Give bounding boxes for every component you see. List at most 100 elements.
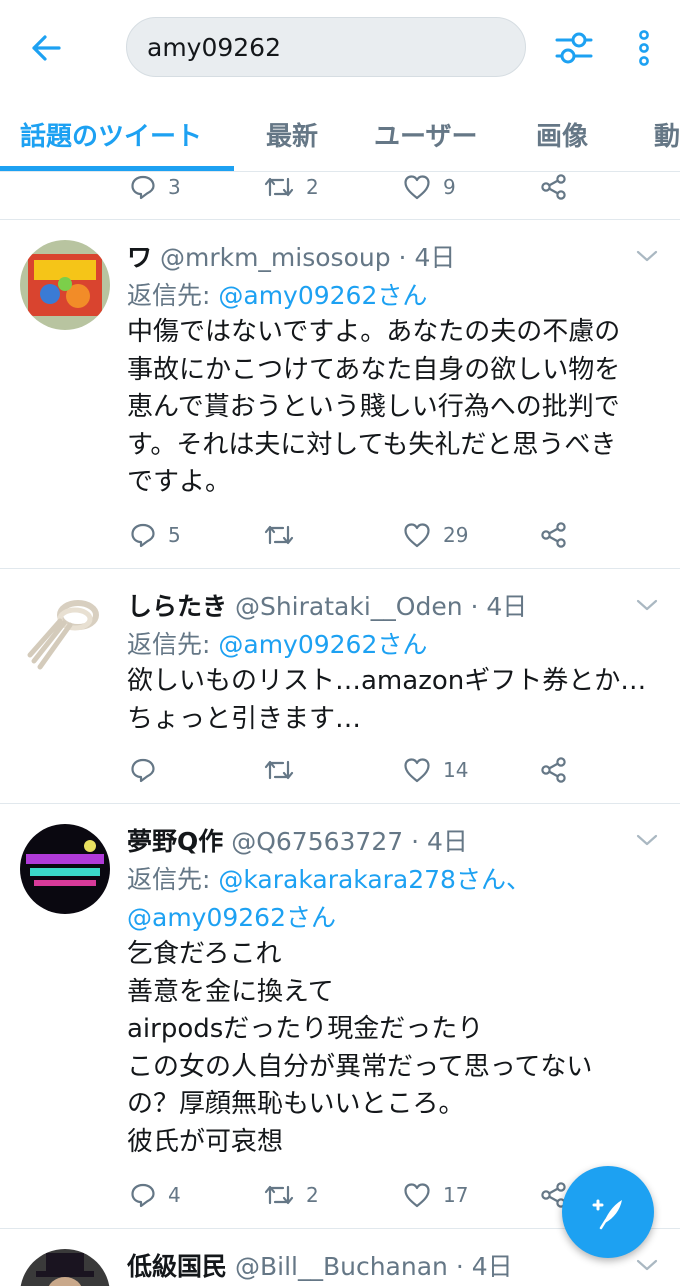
sliders-icon <box>555 32 593 64</box>
tweet-text-line: ですよ。 <box>127 467 232 497</box>
retweet-button[interactable]: 2 <box>264 167 319 207</box>
reply-count: 5 <box>168 523 181 547</box>
heart-icon <box>404 175 430 200</box>
tweet-text-line: す。それは夫に対しても失礼だと思うべき <box>127 429 617 460</box>
avatar[interactable] <box>20 1249 110 1286</box>
reply-icon <box>131 523 155 548</box>
chevron-down-icon[interactable] <box>632 244 662 268</box>
top-bar: amy09262 <box>0 0 680 96</box>
reply-context-continued: @amy09262さん <box>127 898 336 934</box>
tweet-time: · 4日 <box>411 827 468 856</box>
reply-mention[interactable]: @amy09262さん <box>127 903 336 932</box>
like-button[interactable]: 29 <box>403 515 468 555</box>
reply-count: 4 <box>168 1183 181 1207</box>
reply-button[interactable]: 4 <box>130 1175 181 1215</box>
search-input[interactable]: amy09262 <box>126 17 526 77</box>
avatar-rope-image <box>27 600 99 670</box>
tweet-text-line: 善意を金に換えて <box>127 976 334 1007</box>
retweet-icon <box>264 525 294 545</box>
display-name[interactable]: ワ <box>127 243 152 272</box>
like-button[interactable]: 17 <box>403 1175 468 1215</box>
tweet-text: 欲しいものリスト…amazonギフト券とか… ちょっと引きます… <box>127 663 662 738</box>
share-button[interactable] <box>540 515 568 555</box>
display-name[interactable]: 低級国民 <box>127 1252 227 1281</box>
chevron-down-icon[interactable] <box>632 593 662 617</box>
retweet-icon <box>264 177 294 197</box>
heart-icon <box>404 758 430 783</box>
heart-icon <box>404 523 430 548</box>
reply-button[interactable]: 3 <box>130 167 181 207</box>
heart-icon <box>404 1183 430 1208</box>
divider <box>0 803 680 804</box>
reply-count: 3 <box>168 175 181 199</box>
tweet-header: ワ @mrkm_misosoup · 4日 <box>127 238 455 274</box>
share-button[interactable] <box>540 167 568 207</box>
tweet-header: 低級国民 @Bill__Buchanan · 4日 <box>127 1247 513 1283</box>
user-handle[interactable]: @mrkm_misosoup <box>160 243 391 272</box>
tweet-text-line: 彼氏が可哀想 <box>127 1126 284 1157</box>
tweet-text-line: 恵んで貰おうという賤しい行為への批判で <box>127 392 620 422</box>
avatar-man-in-hat-image <box>20 1249 110 1286</box>
display-name[interactable]: 夢野Q作 <box>127 827 223 856</box>
display-name[interactable]: しらたき <box>127 592 227 621</box>
reply-button[interactable] <box>130 750 156 790</box>
user-handle[interactable]: @Q67563727 <box>231 827 403 856</box>
tweet-text-line: airpodsだったり現金だったり <box>127 1014 484 1044</box>
tweet-text-line: 中傷ではないですよ。あなたの夫の不慮の <box>127 317 621 347</box>
tab-latest[interactable]: 最新 <box>266 116 318 153</box>
avatar-toy-box-image <box>20 240 110 330</box>
retweet-button[interactable] <box>264 515 294 555</box>
avatar-neon-room-image <box>20 824 110 914</box>
tweet-actions: 5 29 <box>0 515 680 555</box>
user-handle[interactable]: @Shirataki__Oden <box>235 592 463 621</box>
reply-icon <box>131 758 155 783</box>
divider <box>0 219 680 220</box>
tweet-actions: 3 2 9 <box>0 167 680 207</box>
reply-icon <box>131 1183 155 1208</box>
retweet-button[interactable]: 2 <box>264 1175 319 1215</box>
compose-tweet-button[interactable] <box>562 1166 654 1258</box>
tweet-time: · 4日 <box>398 243 456 272</box>
user-handle[interactable]: @Bill__Buchanan <box>235 1252 448 1281</box>
reply-prefix: 返信先: <box>127 281 219 310</box>
tweet-text-line: の？厚顔無恥もいいところ。 <box>127 1089 465 1119</box>
back-button[interactable] <box>22 26 70 70</box>
reply-button[interactable]: 5 <box>130 515 181 555</box>
retweet-icon <box>264 1185 294 1205</box>
reply-mention[interactable]: @amy09262さん <box>218 630 427 659</box>
chevron-down-icon[interactable] <box>632 828 662 852</box>
reply-prefix: 返信先: <box>127 630 219 659</box>
overflow-menu-button[interactable] <box>626 24 662 72</box>
reply-context: 返信先: @amy09262さん <box>127 276 427 312</box>
tweet-time: · 4日 <box>470 592 528 621</box>
back-arrow-icon <box>32 35 61 61</box>
tweet-text: 乞食だろこれ 善意を金に換えて airpodsだったり現金だったり この女の人自… <box>127 936 662 1161</box>
tab-users[interactable]: ユーザー <box>374 116 477 153</box>
tweet-text-line: この女の人自分が異常だって思ってない <box>127 1051 593 1082</box>
share-icon <box>541 522 566 548</box>
reply-context: 返信先: @amy09262さん <box>127 625 427 661</box>
like-button[interactable]: 9 <box>403 167 456 207</box>
compose-feather-icon <box>592 1199 622 1230</box>
tab-images[interactable]: 画像 <box>536 116 588 153</box>
reply-mention[interactable]: @karakarakara278さん、 <box>218 865 531 894</box>
avatar[interactable] <box>20 240 110 330</box>
avatar[interactable] <box>20 824 110 914</box>
search-filter-button[interactable] <box>550 24 598 72</box>
reply-mention[interactable]: @amy09262さん <box>218 281 427 310</box>
tab-videos[interactable]: 動 <box>654 116 680 153</box>
tweet-header: 夢野Q作 @Q67563727 · 4日 <box>127 822 468 858</box>
avatar[interactable] <box>20 589 110 679</box>
divider <box>0 568 680 569</box>
retweet-count: 2 <box>306 175 319 199</box>
chevron-down-icon[interactable] <box>632 1253 662 1277</box>
like-count: 17 <box>443 1183 469 1207</box>
retweet-button[interactable] <box>264 750 294 790</box>
share-button[interactable] <box>540 750 568 790</box>
like-count: 29 <box>443 523 469 547</box>
more-vertical-icon <box>639 30 649 66</box>
tweet-header: しらたき @Shirataki__Oden · 4日 <box>127 587 527 623</box>
tab-top-tweets[interactable]: 話題のツイート <box>20 116 202 153</box>
retweet-icon <box>264 760 294 780</box>
like-button[interactable]: 14 <box>403 750 468 790</box>
